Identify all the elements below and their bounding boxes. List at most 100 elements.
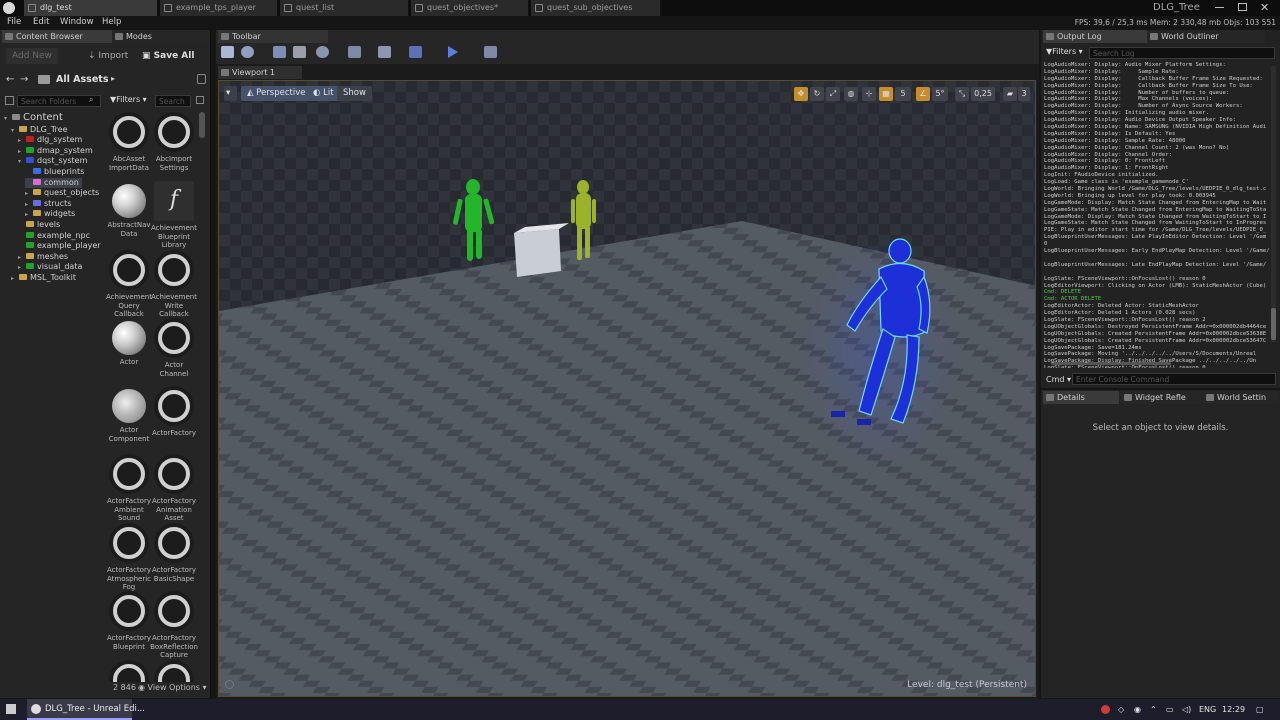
view-toggle-icon[interactable] — [196, 96, 204, 104]
console-input[interactable]: Enter Console Command — [1072, 373, 1276, 385]
folder-tree-item[interactable]: blueprints — [25, 167, 84, 177]
expand-arrow-icon[interactable]: ▾ — [4, 115, 12, 122]
volume-icon[interactable]: ◁) — [1182, 705, 1191, 714]
asset-tile[interactable]: ActorFactory Atmospheric Fog — [105, 523, 153, 592]
folder-tree-item[interactable]: ▾ Content — [4, 112, 63, 123]
search-assets-input[interactable]: Search — [155, 95, 191, 107]
scale-snap-icon[interactable]: ⤡ — [955, 87, 969, 101]
asset-tile[interactable]: ActorFactory Ambient Sound — [105, 454, 153, 523]
settings-icon[interactable] — [316, 46, 329, 58]
folder-tree-item[interactable]: ▾ dqst_system — [18, 156, 87, 166]
grid-snap-icon[interactable]: ▦ — [879, 87, 893, 101]
close-button[interactable]: ✕ — [1260, 1, 1269, 14]
play-icon[interactable] — [448, 46, 458, 58]
folder-tree-item[interactable]: ▾ DLG_Tree — [11, 125, 67, 135]
show-button[interactable]: Show — [337, 86, 372, 101]
breadcrumb[interactable]: All Assets — [56, 74, 108, 85]
menu-edit[interactable]: Edit — [33, 17, 49, 27]
taskbar-app-unreal[interactable]: DLG_Tree - Unreal Edi... — [27, 699, 145, 720]
folder-tree-item[interactable]: example_npc — [18, 231, 90, 241]
import-button[interactable]: ⇣ Import — [82, 48, 134, 64]
asset-tile[interactable]: ActorFactory — [150, 386, 198, 438]
menu-window[interactable]: Window — [60, 17, 94, 27]
asset-tile[interactable]: Actor — [105, 318, 153, 367]
expand-arrow-icon[interactable]: ▾ — [11, 127, 19, 134]
search-log-input[interactable]: Search Log — [1089, 47, 1275, 59]
surface-snap-icon[interactable]: ⊹ — [862, 87, 876, 101]
back-arrow-icon[interactable]: ← — [6, 74, 14, 85]
clock[interactable]: 12:29 — [1222, 705, 1245, 714]
grid-snap-value[interactable]: 5 — [895, 87, 911, 101]
content-icon[interactable] — [273, 46, 286, 58]
windows-start-icon[interactable] — [6, 704, 16, 714]
cmd-button[interactable]: Cmd ▾ — [1046, 375, 1071, 384]
folder-tree-item[interactable]: ▸ MSL_Toolkit — [11, 273, 76, 283]
tab-output-log[interactable]: Output Log — [1043, 30, 1147, 43]
rotation-snap-icon[interactable]: ∠ — [916, 87, 930, 101]
network-icon[interactable]: ▭ — [1166, 705, 1174, 714]
folder-tree-item[interactable]: ▸ quest_objects — [25, 188, 99, 198]
blueprints-icon[interactable] — [348, 46, 361, 58]
expand-arrow-icon[interactable]: ▸ — [11, 275, 19, 282]
document-tab[interactable]: quest_objectives* — [411, 0, 529, 16]
folder-tree-item[interactable]: common — [25, 177, 82, 188]
lock-icon[interactable] — [197, 74, 206, 84]
add-new-button[interactable]: Add New — [6, 48, 58, 64]
tab-widget-reflector[interactable]: Widget Refle — [1121, 391, 1201, 404]
asset-tile[interactable] — [105, 660, 153, 682]
viewport-options-button[interactable]: ▾ — [224, 86, 237, 101]
tab-world-outliner[interactable]: World Outliner — [1147, 30, 1265, 43]
asset-tile[interactable]: AbcImport Settings — [150, 112, 198, 172]
forward-arrow-icon[interactable]: → — [20, 74, 28, 85]
camera-speed-value[interactable]: 3 — [1018, 87, 1030, 101]
maximize-button[interactable] — [1238, 3, 1247, 11]
camera-speed-icon[interactable]: ▰ — [1003, 87, 1017, 101]
folder-tree-item[interactable]: ▸ structs — [25, 199, 71, 209]
expand-arrow-icon[interactable]: ▸ — [25, 190, 33, 197]
expand-arrow-icon[interactable]: ▾ — [18, 158, 26, 165]
asset-tile[interactable]: ActorFactory BoxReflection Capture — [150, 591, 198, 660]
lit-button[interactable]: ◐ Lit — [307, 86, 340, 101]
expand-arrow-icon[interactable]: ▸ — [18, 148, 26, 155]
asset-tile[interactable]: Achievement Write Callback — [150, 250, 198, 319]
sources-toggle-icon[interactable] — [5, 96, 14, 105]
launch-icon[interactable] — [484, 46, 497, 58]
folder-tree-item[interactable]: example_player — [18, 241, 101, 251]
chevron-up-icon[interactable]: ⌃ — [1150, 705, 1157, 714]
expand-arrow-icon[interactable]: ▸ — [25, 201, 33, 208]
tab-modes[interactable]: Modes — [112, 30, 208, 43]
document-tab[interactable]: quest_list — [280, 0, 409, 16]
log-scrollbar-track[interactable] — [1271, 66, 1276, 342]
document-tab[interactable]: quest_sub_objectives — [531, 0, 661, 16]
source-control-icon[interactable] — [241, 46, 254, 58]
asset-tile[interactable]: Achievement Query Callback — [105, 250, 153, 319]
scale-snap-value[interactable]: 0,25 — [971, 87, 995, 101]
folder-tree-item[interactable]: ▸ visual_data — [18, 262, 82, 272]
translate-icon[interactable]: ✥ — [794, 87, 808, 101]
asset-tile[interactable]: Actor Component — [105, 386, 153, 443]
cinematics-icon[interactable] — [378, 46, 391, 58]
folder-tree-item[interactable]: ▸ meshes — [18, 252, 68, 262]
expand-arrow-icon[interactable]: ▸ — [18, 264, 26, 271]
build-icon[interactable] — [409, 46, 422, 58]
asset-tile[interactable]: ActorFactory Blueprint — [105, 591, 153, 651]
tray-icon[interactable]: ◇ — [1118, 705, 1124, 714]
folder-tree-item[interactable]: levels — [18, 220, 60, 230]
filters-button[interactable]: ▼Filters ▾ — [110, 95, 147, 104]
log-scrollbar-thumb[interactable] — [1271, 308, 1276, 340]
document-tab[interactable]: dlg_test — [24, 0, 158, 16]
world-space-icon[interactable]: ◍ — [844, 87, 858, 101]
tab-content-browser[interactable]: Content Browser — [2, 30, 112, 43]
tab-world-settings[interactable]: World Settin — [1203, 391, 1279, 404]
record-icon[interactable] — [1101, 705, 1110, 714]
asset-tile[interactable]: ActorFactory BasicShape — [150, 523, 198, 583]
asset-tile[interactable]: ActorFactory Animation Asset — [150, 454, 198, 523]
asset-tile[interactable]: AbcAsset ImportData — [105, 112, 153, 172]
menu-help[interactable]: Help — [102, 17, 121, 27]
marketplace-icon[interactable] — [293, 46, 306, 58]
tab-toolbar[interactable]: Toolbar — [218, 30, 328, 43]
asset-tile[interactable]: Actor Channel — [150, 318, 198, 378]
language-indicator[interactable]: ENG — [1199, 705, 1216, 714]
perspective-button[interactable]: ◭ Perspective — [241, 86, 312, 101]
scale-icon[interactable]: ⤢ — [826, 87, 840, 101]
